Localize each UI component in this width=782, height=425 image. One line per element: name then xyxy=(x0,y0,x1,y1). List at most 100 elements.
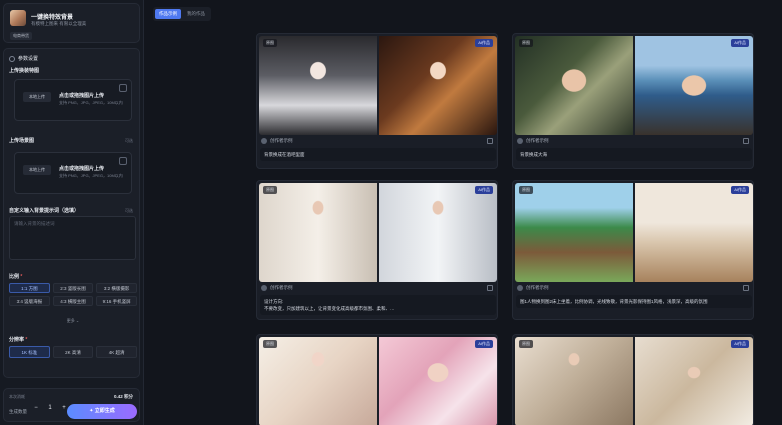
upload1-label: 上传换装特图 xyxy=(9,68,40,74)
tab-bar: 作品示例 我的作品 xyxy=(153,7,211,21)
original-badge: 原图 xyxy=(519,186,533,194)
ai-image: AI作品 xyxy=(635,337,753,425)
quantity-label: 生成数量 xyxy=(9,409,27,414)
ai-badge: AI作品 xyxy=(475,186,493,194)
work-author: 创作者示例 xyxy=(517,138,549,144)
ratio-option-3-4[interactable]: 3:4 竖版海报 xyxy=(9,296,50,306)
custom-prompt-input[interactable]: 请输入背景的描述词 xyxy=(9,216,136,260)
work-author: 创作者示例 xyxy=(261,285,293,291)
custom-prompt-note: 可选 xyxy=(125,208,133,213)
settings-card: 参数设置 上传换装特图 本地上传 点击或拖拽图片上传 支持 PNG、JPG、JP… xyxy=(3,48,140,378)
work-images: 原图 AI作品 xyxy=(515,36,753,135)
app-tag[interactable]: 电商带货 xyxy=(10,32,32,40)
ratio-option-9-16[interactable]: 9:16 手机竖屏 xyxy=(96,296,137,306)
ai-image: AI作品 xyxy=(379,36,497,135)
work-prompt: 图1人物换到图2床上坐着，比例协调，光线致敬，背景光影保持图1风格，浅景深，高级… xyxy=(516,295,752,308)
settings-icon xyxy=(9,55,15,62)
work-prompt: 背景换成在酒吧里面 xyxy=(260,148,496,161)
sidebar: 一键换特效背景 有模特上图来 有限以全理美 电商带货 参数设置 上传换装特图 本… xyxy=(0,0,144,425)
ratio-option-3-2[interactable]: 3:2 横版摄影 xyxy=(96,283,137,293)
upload1-icon[interactable] xyxy=(119,84,127,92)
original-badge: 原图 xyxy=(519,340,533,348)
upload2-note: 可选 xyxy=(125,138,133,143)
ai-badge: AI作品 xyxy=(731,186,749,194)
ai-image: AI作品 xyxy=(379,183,497,282)
copy-icon[interactable] xyxy=(487,138,493,144)
upload1-title: 点击或拖拽图片上传 xyxy=(59,93,105,99)
settings-title: 参数设置 xyxy=(18,56,39,62)
main-area: 作品示例 我的作品 原图 AI作品 创作者示例 背景换成在酒吧里面 原图 AI作… xyxy=(147,0,782,425)
avatar xyxy=(261,285,267,291)
copy-icon[interactable] xyxy=(743,138,749,144)
custom-prompt-label: 自定义输入背景提示词（选填） xyxy=(9,208,80,214)
work-card[interactable]: 原图 AI作品 创作者示例 背景换成大海 xyxy=(512,33,754,169)
ai-image: AI作品 xyxy=(379,337,497,425)
upload2-dropzone[interactable]: 本地上传 点击或拖拽图片上传 支持 PNG、JPG、JPEG，10M以内 xyxy=(14,152,132,194)
work-card[interactable]: 原图 AI作品 创作者示例 图1人物换到图2床上坐着，比例协调，光线致敬，背景光… xyxy=(512,180,754,320)
resolution-option-4k[interactable]: 4K 超清 xyxy=(96,346,137,358)
original-badge: 原图 xyxy=(519,39,533,47)
avatar xyxy=(261,138,267,144)
upload2-label: 上传场景图 xyxy=(9,138,35,144)
upload2-title: 点击或拖拽图片上传 xyxy=(59,166,105,172)
original-image: 原图 xyxy=(259,36,377,135)
original-badge: 原图 xyxy=(263,340,277,348)
tab-examples[interactable]: 作品示例 xyxy=(155,9,181,19)
work-images: 原图 AI作品 xyxy=(515,183,753,282)
tab-my-works[interactable]: 我的作品 xyxy=(183,9,209,19)
app-title: 一键换特效背景 xyxy=(31,15,74,21)
work-author: 创作者示例 xyxy=(517,285,549,291)
resolution-option-2k[interactable]: 2K 高清 xyxy=(52,346,94,358)
resolution-options: 1K 标准 2K 高清 4K 超清 xyxy=(9,346,137,358)
quantity-minus-button[interactable]: − xyxy=(32,405,40,411)
original-badge: 原图 xyxy=(263,186,277,194)
ratio-option-1-1[interactable]: 1:1 方图 xyxy=(9,283,50,293)
ai-badge: AI作品 xyxy=(731,39,749,47)
original-image: 原图 xyxy=(515,36,633,135)
ai-badge: AI作品 xyxy=(475,340,493,348)
original-image: 原图 xyxy=(259,183,377,282)
original-image: 原图 xyxy=(259,337,377,425)
ai-badge: AI作品 xyxy=(731,340,749,348)
upload2-hint: 支持 PNG、JPG、JPEG，10M以内 xyxy=(59,173,123,178)
work-card[interactable]: 原图 AI作品 xyxy=(512,334,754,425)
ratio-more-button[interactable]: 更多 ⌄ xyxy=(9,317,137,325)
work-images: 原图 AI作品 xyxy=(515,337,753,425)
ai-image: AI作品 xyxy=(635,183,753,282)
upload2-local-button[interactable]: 本地上传 xyxy=(23,165,51,175)
settings-header: 参数设置 xyxy=(9,55,38,62)
quantity-stepper: − 1 + xyxy=(32,405,68,411)
app-description: 有模特上图来 有限以全理美 xyxy=(31,21,87,26)
ai-image: AI作品 xyxy=(635,36,753,135)
app-info-card: 一键换特效背景 有模特上图来 有限以全理美 电商带货 xyxy=(3,3,140,43)
work-card[interactable]: 原图 AI作品 创作者示例 背景换成在酒吧里面 xyxy=(256,33,498,169)
work-images: 原图 AI作品 xyxy=(259,183,497,282)
work-card[interactable]: 原图 AI作品 创作者示例 设计方向: 不要改变，只加建筑以上，让背景变化成高级… xyxy=(256,180,498,320)
work-images: 原图 AI作品 xyxy=(259,337,497,425)
generate-button[interactable]: ✦ 立即生成 xyxy=(67,404,137,419)
cost-value: 0.42 积分 xyxy=(113,394,133,399)
ratio-options: 1:1 方图 2:3 竖版长图 3:2 横版摄影 3:4 竖版海报 4:3 横版… xyxy=(9,283,137,306)
resolution-label: 分辨率 * xyxy=(9,337,28,343)
original-image: 原图 xyxy=(515,337,633,425)
copy-icon[interactable] xyxy=(487,285,493,291)
ratio-option-4-3[interactable]: 4:3 横版主图 xyxy=(52,296,94,306)
ai-badge: AI作品 xyxy=(475,39,493,47)
generate-card: 本次消耗 0.42 积分 生成数量 − 1 + ✦ 立即生成 xyxy=(3,388,140,422)
resolution-option-1k[interactable]: 1K 标准 xyxy=(9,346,50,358)
upload1-local-button[interactable]: 本地上传 xyxy=(23,92,51,102)
work-prompt: 背景换成大海 xyxy=(516,148,752,161)
work-card[interactable]: 原图 AI作品 xyxy=(256,334,498,425)
cost-label: 本次消耗 xyxy=(9,394,25,399)
quantity-value[interactable]: 1 xyxy=(46,405,54,411)
ratio-label: 比例 * xyxy=(9,274,23,280)
work-prompt: 设计方向: 不要改变，只加建筑以上，让背景变化成高级都市氛围、柔和、… xyxy=(260,295,496,315)
avatar xyxy=(517,285,523,291)
avatar xyxy=(517,138,523,144)
ratio-option-2-3[interactable]: 2:3 竖版长图 xyxy=(52,283,94,293)
upload1-hint: 支持 PNG、JPG、JPEG，10M以内 xyxy=(59,100,123,105)
upload1-dropzone[interactable]: 本地上传 点击或拖拽图片上传 支持 PNG、JPG、JPEG，10M以内 xyxy=(14,79,132,121)
original-image: 原图 xyxy=(515,183,633,282)
copy-icon[interactable] xyxy=(743,285,749,291)
upload2-icon[interactable] xyxy=(119,157,127,165)
